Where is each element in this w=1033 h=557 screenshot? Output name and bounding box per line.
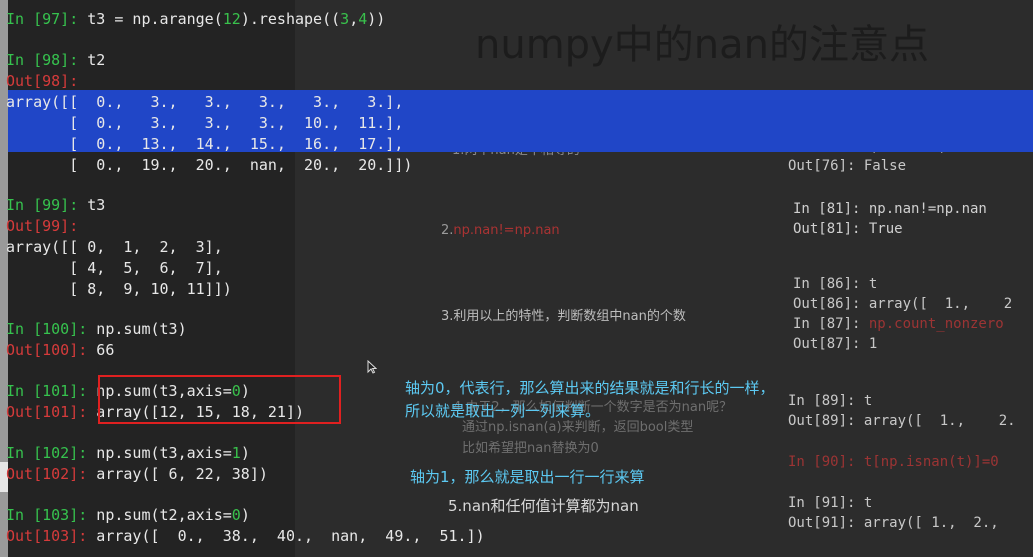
code-text: )) (367, 10, 386, 28)
code-text: np.sum(t3) (87, 320, 187, 338)
slide-point-5: 5.nan和任何值计算都为nan (448, 497, 639, 515)
output-row: [ 8, 9, 10, 11]]) (6, 280, 232, 298)
cell-97-input[interactable]: In [97]: t3 = np.arange(12).reshape((3,4… (6, 9, 385, 29)
cell-102-output: Out[102]: array([ 6, 22, 38]) (6, 464, 268, 484)
code-text: np.sum(t2,axis= (87, 506, 232, 524)
slide-code-line: Out[76]: False (788, 158, 907, 174)
output-row: [ 4, 5, 6, 7], (6, 259, 223, 277)
slide-code-prompt: In [87]: (793, 316, 869, 332)
code-text: ) (240, 444, 250, 462)
slide-code-line: Out[81]: True (793, 221, 903, 237)
cell-100-output: Out[100]: 66 (6, 340, 114, 360)
cell-102-input[interactable]: In [102]: np.sum(t3,axis=1) (6, 443, 250, 463)
cell-98-input[interactable]: In [98]: t2 (6, 50, 105, 70)
output-row: [ 0., 19., 20., nan, 20., 20.]]) (6, 156, 413, 174)
slide-code-line: Out[91]: array([ 1., 2., (788, 515, 999, 531)
code-text: ) (240, 506, 250, 524)
slide-code-line: In [90]: t[np.isnan(t)]=0 (788, 454, 999, 470)
code-number: 0 (231, 506, 241, 524)
code-text: ).reshape(( (240, 10, 341, 28)
slide-code-func: np.count_nonzero (868, 316, 1004, 332)
slide-point-2-num: 2. (441, 223, 454, 238)
input-prompt: In [100]: (6, 320, 88, 338)
input-prompt: In [102]: (6, 444, 88, 462)
mouse-pointer-icon (367, 360, 377, 374)
code-number: 1 (231, 444, 241, 462)
cell-103-output: Out[103]: array([ 0., 38., 40., nan, 49.… (6, 526, 485, 546)
output-prompt: Out[101]: (6, 403, 88, 421)
output-value: array([ 6, 22, 38]) (87, 465, 268, 483)
background-slide (295, 0, 1033, 557)
annotation-axis0-line1: 轴为0，代表行，那么算出来的结果就是和行长的一样， (405, 379, 775, 397)
input-prompt: In [99]: (6, 196, 79, 214)
slide-code-line: In [87]: np.count_nonzero (793, 314, 1004, 334)
code-text: t3 (78, 196, 106, 214)
output-value: 66 (87, 341, 115, 359)
output-row: array([[ 0., 3., 3., 3., 3., 3.], (6, 93, 404, 111)
slide-code-line: Out[89]: array([ 1., 2. (788, 413, 1016, 429)
slide-code-line: In [89]: t (788, 393, 873, 409)
output-row: [ 0., 13., 14., 15., 16., 17.], (6, 135, 404, 153)
input-prompt: In [98]: (6, 51, 79, 69)
code-text: t3 = np.arange( (78, 10, 223, 28)
slide-code-line: In [86]: t (793, 276, 878, 292)
code-number: 3 (340, 10, 350, 28)
annotation-axis0-line2: 所以就是取出一列一列来算。 (405, 402, 601, 420)
code-text: , (349, 10, 359, 28)
input-prompt: In [101]: (6, 382, 88, 400)
annotation-axis1: 轴为1，那么就是取出一行一行来算 (410, 468, 645, 486)
slide-point-4c: 比如希望把nan替换为0 (462, 441, 599, 456)
output-prompt: Out[100]: (6, 341, 88, 359)
output-prompt: Out[98]: (6, 72, 79, 90)
slide-point-2: 2.np.nan!=np.nan (441, 223, 560, 238)
output-prompt: Out[103]: (6, 527, 88, 545)
code-number: 12 (222, 10, 241, 28)
slide-code-line: In [91]: t (788, 495, 873, 511)
slide-code-line: Out[87]: 1 (793, 336, 878, 352)
output-row: array([[ 0, 1, 2, 3], (6, 238, 223, 256)
input-prompt: In [97]: (6, 10, 79, 28)
output-prompt: Out[99]: (6, 217, 79, 235)
cell-103-input[interactable]: In [103]: np.sum(t2,axis=0) (6, 505, 250, 525)
output-value: array([ 0., 38., 40., nan, 49., 51.]) (87, 527, 485, 545)
cell-100-input[interactable]: In [100]: np.sum(t3) (6, 319, 187, 339)
screen: numpy中的nan的注意点 In [76]: np.nan==np.nan O… (0, 0, 1033, 557)
output-prompt: Out[102]: (6, 465, 88, 483)
slide-title: numpy中的nan的注意点 (475, 22, 929, 68)
annotation-red-box (98, 375, 341, 424)
output-row: [ 0., 3., 3., 3., 10., 11.], (6, 114, 404, 132)
code-text: np.sum(t3,axis= (87, 444, 232, 462)
slide-point-2-code: np.nan!=np.nan (453, 223, 560, 238)
code-text: t2 (78, 51, 106, 69)
input-prompt: In [103]: (6, 506, 88, 524)
slide-code-line: Out[86]: array([ 1., 2 (793, 296, 1013, 312)
cell-99-input[interactable]: In [99]: t3 (6, 195, 105, 215)
slide-code-line: In [81]: np.nan!=np.nan (793, 201, 987, 217)
code-number: 4 (358, 10, 368, 28)
slide-point-3: 3.利用以上的特性，判断数组中nan的个数 (441, 309, 686, 324)
